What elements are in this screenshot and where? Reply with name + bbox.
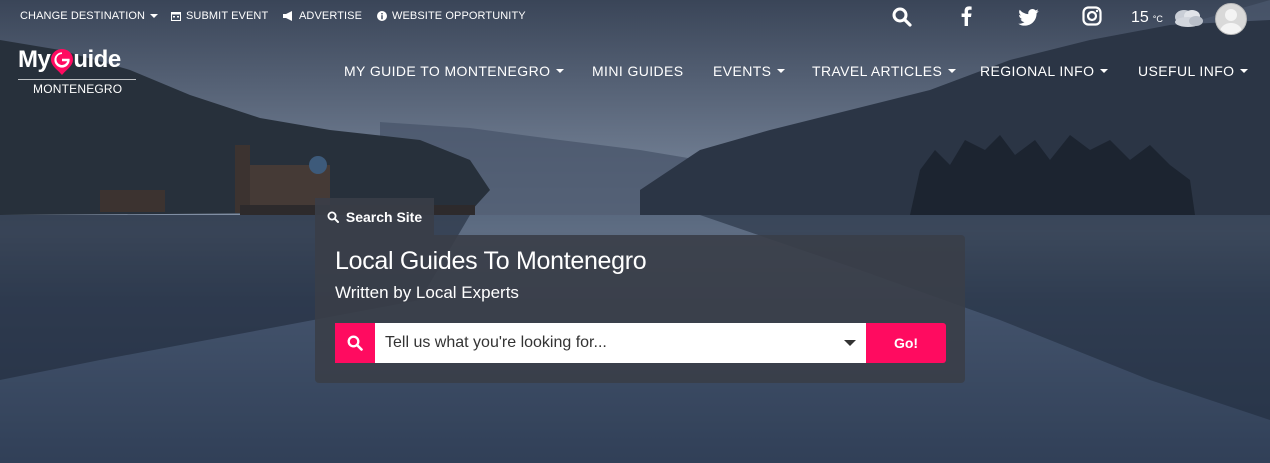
- change-destination-link[interactable]: CHANGE DESTINATION: [20, 10, 159, 22]
- avatar[interactable]: [1215, 3, 1247, 35]
- logo-wordmark: My uide: [18, 46, 138, 75]
- search-panel: Local Guides To Montenegro Written by Lo…: [315, 235, 965, 383]
- search-subheading: Written by Local Experts: [335, 283, 519, 302]
- logo-guide: uide: [73, 46, 121, 73]
- nav-item-label: EVENTS: [713, 63, 772, 79]
- advertise-link[interactable]: ADVERTISE: [283, 10, 362, 22]
- nav-item-regional-info[interactable]: REGIONAL INFO: [980, 63, 1109, 79]
- search-heading: Local Guides To Montenegro: [335, 247, 647, 275]
- nav-item-label: USEFUL INFO: [1138, 63, 1235, 79]
- top-bar: CHANGE DESTINATION SUBMIT EVENT ADVERTIS…: [0, 0, 1270, 35]
- search-icon: [335, 323, 375, 363]
- search-input[interactable]: Tell us what you're looking for...: [375, 323, 866, 363]
- nav-item-label: MINI GUIDES: [592, 63, 684, 79]
- change-destination-label: CHANGE DESTINATION: [20, 10, 146, 22]
- map-pin-icon: [51, 49, 74, 75]
- logo-divider: [18, 79, 136, 80]
- nav-item-label: MY GUIDE TO MONTENEGRO: [344, 63, 551, 79]
- info-icon: [377, 11, 387, 21]
- temperature-value: 15: [1131, 9, 1149, 26]
- nav-item-travel-articles[interactable]: TRAVEL ARTICLES: [812, 63, 957, 79]
- nav-item-useful-info[interactable]: USEFUL INFO: [1138, 63, 1249, 79]
- search-tab-label: Search Site: [345, 208, 423, 225]
- submit-event-label: SUBMIT EVENT: [186, 10, 269, 22]
- website-opportunity-label: WEBSITE OPPORTUNITY: [392, 10, 526, 22]
- search-icon[interactable]: [890, 5, 914, 29]
- chevron-down-icon: [948, 69, 957, 73]
- megaphone-icon: [283, 11, 292, 21]
- nav-item-label: REGIONAL INFO: [980, 63, 1095, 79]
- site-logo[interactable]: My uide MONTENEGRO: [18, 46, 138, 98]
- dropdown-caret-icon[interactable]: [844, 340, 856, 346]
- nav-item-label: TRAVEL ARTICLES: [812, 63, 943, 79]
- search-icon: [327, 211, 339, 223]
- hero-section: CHANGE DESTINATION SUBMIT EVENT ADVERTIS…: [0, 0, 1270, 463]
- nav-item-mini-guides[interactable]: MINI GUIDES: [592, 63, 684, 79]
- logo-subtitle: MONTENEGRO: [33, 82, 123, 96]
- twitter-icon[interactable]: [1016, 5, 1040, 29]
- nav-item-events[interactable]: EVENTS: [713, 63, 786, 79]
- submit-event-link[interactable]: SUBMIT EVENT: [171, 10, 268, 22]
- advertise-label: ADVERTISE: [299, 10, 363, 22]
- chevron-down-icon: [777, 69, 786, 73]
- search-placeholder: Tell us what you're looking for...: [385, 334, 607, 351]
- temperature-unit: °C: [1152, 14, 1163, 24]
- logo-my: My: [18, 46, 51, 73]
- search-site-tab[interactable]: Search Site: [315, 198, 434, 235]
- instagram-icon[interactable]: [1080, 4, 1104, 28]
- nav-item-my-guide[interactable]: MY GUIDE TO MONTENEGRO: [344, 63, 565, 79]
- chevron-down-icon: [1100, 69, 1109, 73]
- chevron-down-icon: [556, 69, 565, 73]
- chevron-down-icon: [150, 14, 159, 18]
- calendar-icon: [171, 12, 181, 21]
- go-button[interactable]: Go!: [866, 323, 946, 363]
- website-opportunity-link[interactable]: WEBSITE OPPORTUNITY: [377, 10, 526, 22]
- search-form: Tell us what you're looking for... Go!: [335, 323, 946, 363]
- cloudy-weather-icon: [1171, 6, 1205, 30]
- temperature-readout: 15 °C: [1131, 9, 1163, 27]
- facebook-icon[interactable]: [954, 4, 978, 28]
- chevron-down-icon: [1240, 69, 1249, 73]
